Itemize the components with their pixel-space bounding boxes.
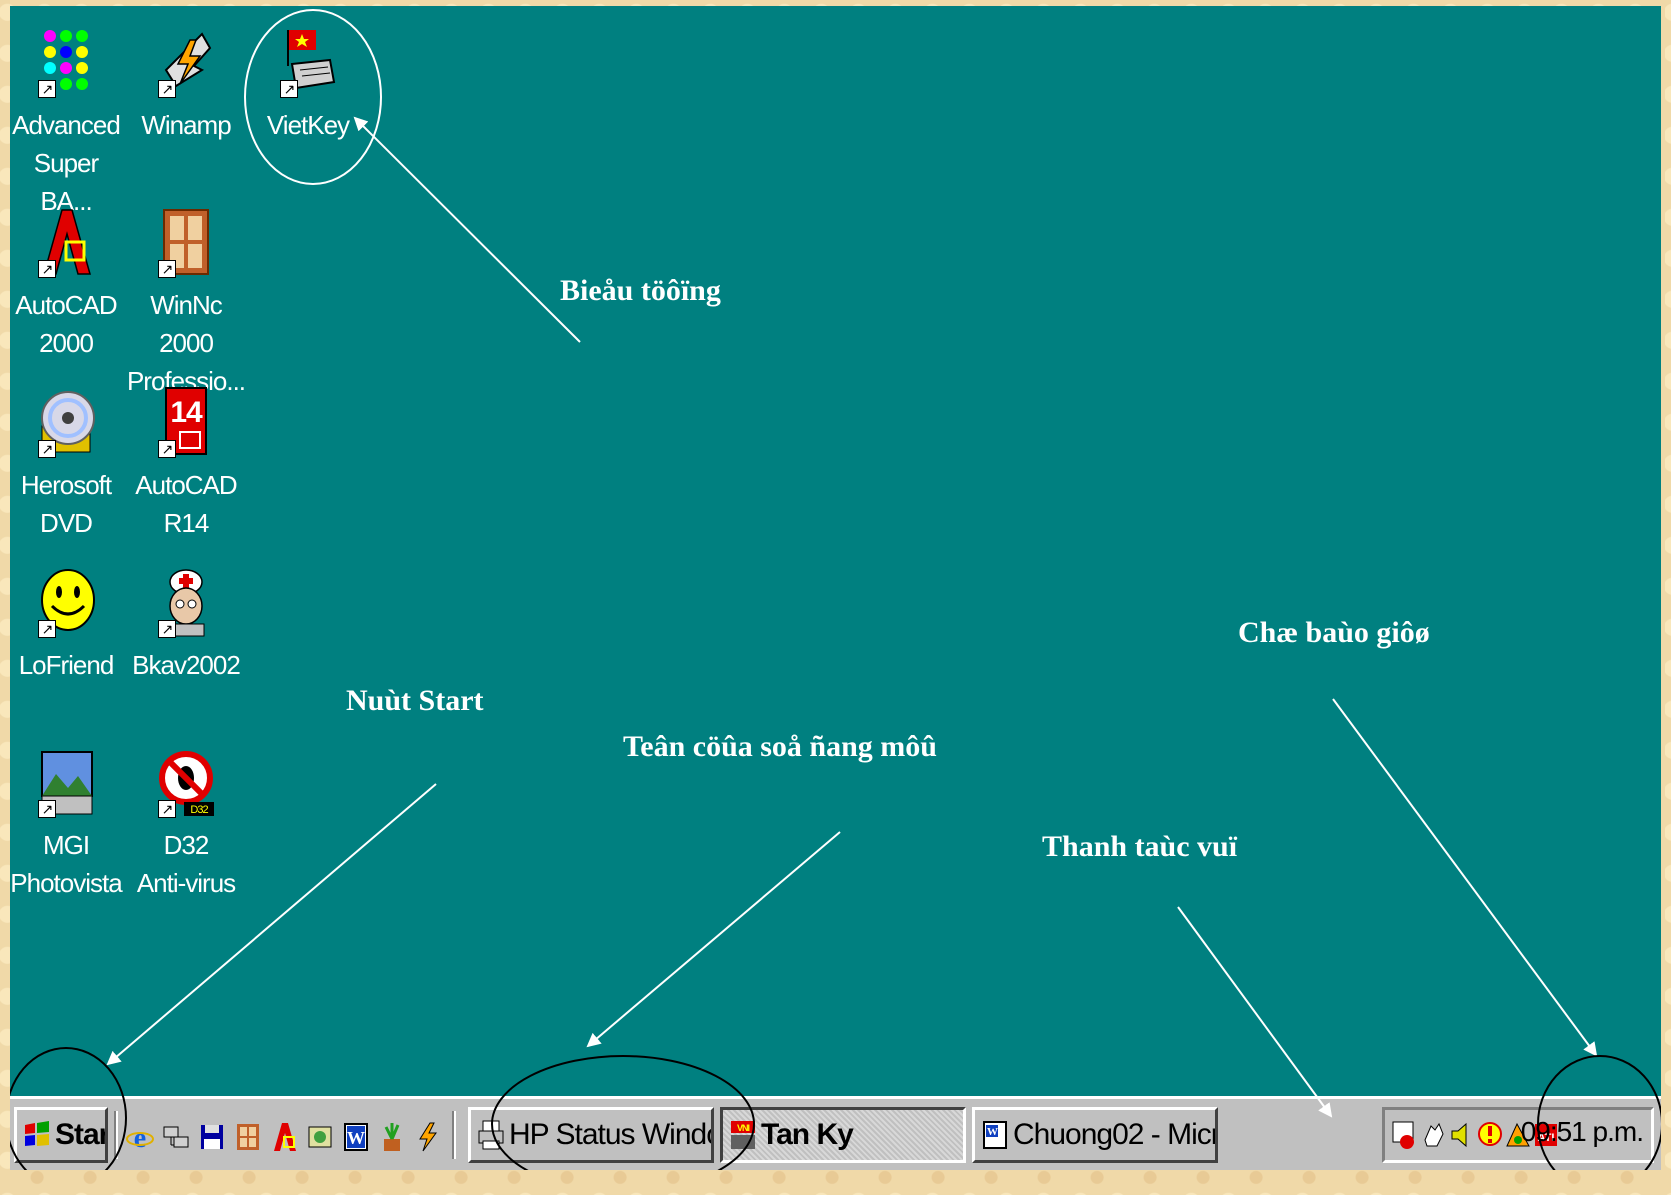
desktop-icon-lofriend[interactable]: ↗ LoFriend (10, 566, 126, 684)
winamp-lightning-icon: ↗ (156, 26, 216, 98)
word-icon[interactable]: W (342, 1121, 370, 1153)
svg-text:D32: D32 (190, 804, 208, 816)
landscape-photo-icon: ↗ (36, 746, 96, 818)
alert-icon[interactable] (1477, 1120, 1503, 1150)
svg-text:VNI: VNI (737, 1123, 750, 1133)
window-title: HP Status Window (509, 1118, 711, 1151)
shortcut-arrow-icon: ↗ (38, 800, 56, 818)
speaker-icon[interactable] (1449, 1120, 1475, 1150)
internet-explorer-icon[interactable]: e (126, 1121, 154, 1154)
desktop-icon-winnc-2000[interactable]: ↗ WinNc 2000 Professio... (126, 206, 246, 400)
shortcut-arrow-icon: ↗ (38, 80, 56, 98)
icon-label: Bkav2002 (132, 650, 241, 680)
desktop-icon-winamp[interactable]: ↗ Winamp (126, 26, 246, 144)
shortcut-arrow-icon: ↗ (38, 260, 56, 278)
svg-text:W: W (987, 1126, 998, 1138)
icon-arrow (353, 116, 581, 343)
word-document-icon: W (981, 1119, 1009, 1151)
taskbar-window-tan-ky[interactable]: VNI Tan Ky (720, 1107, 966, 1163)
annotation-start-label: Nuùt Start (346, 684, 484, 717)
clock-arrow (1332, 698, 1598, 1057)
svg-text:14: 14 (170, 396, 203, 429)
plant-icon[interactable] (378, 1121, 406, 1153)
start-button[interactable]: Start (14, 1107, 108, 1163)
winamp-icon[interactable] (414, 1121, 442, 1153)
doctor-icon: ↗ (156, 566, 216, 638)
desktop-icon-herosoft-dvd[interactable]: ↗ Herosoft DVD (10, 386, 126, 542)
icon-label: Advanced Super BA... (12, 110, 121, 216)
network-icon[interactable] (162, 1121, 190, 1153)
annotation-taskbar-label: Thanh taùc vuï (1042, 830, 1238, 863)
windows-logo-icon (23, 1119, 51, 1151)
icon-label: Herosoft DVD (20, 470, 112, 538)
desktop-icon-mgi-photovista[interactable]: ↗ MGI Photovista (10, 746, 126, 902)
icon-label: MGI Photovista (10, 830, 122, 898)
icon-label: AutoCAD R14 (135, 470, 237, 538)
taskbar-window-chuong02[interactable]: W Chuong02 - Microsoft ... (972, 1107, 1218, 1163)
annotation-icon-label: Bieåu töôïng (560, 274, 721, 307)
taskbar-arrow (1177, 906, 1333, 1118)
system-tray: ATI 09:51 p.m. (1382, 1107, 1654, 1163)
annotation-open-program-label: Teân cöûa soå ñang môû (623, 730, 937, 763)
cd-disc-icon: ↗ (36, 386, 96, 458)
svg-text:e: e (134, 1123, 146, 1153)
colored-dots-grid-icon: ↗ (36, 26, 96, 98)
photo-icon[interactable] (306, 1121, 334, 1153)
autocad-icon[interactable] (270, 1121, 298, 1153)
shortcut-arrow-icon: ↗ (158, 260, 176, 278)
desktop-icon-autocad-2000[interactable]: ↗ AutoCAD 2000 (10, 206, 126, 362)
taskbar-window-hp-status[interactable]: HP Status Window (468, 1107, 714, 1163)
clock-tray-icon[interactable] (1391, 1120, 1417, 1150)
clock[interactable]: 09:51 p.m. (1521, 1116, 1644, 1148)
printer-icon (477, 1119, 505, 1151)
desktop-icon-advanced-super-ba[interactable]: ↗ Advanced Super BA... (10, 26, 126, 220)
hand-tray-icon[interactable] (1421, 1120, 1447, 1150)
shortcut-arrow-icon: ↗ (38, 620, 56, 638)
vietkey-flag-keyboard-icon: ↗ (278, 26, 338, 98)
desktop-icon-d32-anti-virus[interactable]: D32 ↗ D32 Anti-virus (126, 746, 246, 902)
desktop-screen: ↗ Advanced Super BA... ↗ Winamp ↗ VietKe… (10, 6, 1661, 1170)
open-program-arrow (586, 831, 841, 1048)
taskbar-separator (114, 1111, 118, 1159)
icon-label: D32 Anti-virus (136, 830, 236, 898)
shortcut-arrow-icon: ↗ (158, 620, 176, 638)
shortcut-arrow-icon: ↗ (38, 440, 56, 458)
autocad-2000-icon: ↗ (36, 206, 96, 278)
smiley-face-icon: ↗ (36, 566, 96, 638)
taskbar-separator (452, 1111, 456, 1159)
icon-label: Winamp (141, 110, 231, 140)
annotation-overlay (10, 9, 1661, 1170)
start-label: Start (55, 1118, 105, 1151)
window-title: Tan Ky (761, 1118, 854, 1151)
svg-text:W: W (347, 1128, 365, 1148)
icon-label: VietKey (266, 110, 350, 140)
desktop-icon-autocad-r14[interactable]: 14 ↗ AutoCAD R14 (126, 386, 246, 542)
annotation-clock-label: Chæ baùo giôø (1238, 616, 1430, 649)
window-frame-icon: ↗ (156, 206, 216, 278)
icon-label: AutoCAD 2000 (15, 290, 117, 358)
autocad-r14-icon: 14 ↗ (156, 386, 216, 458)
shortcut-arrow-icon: ↗ (158, 800, 176, 818)
taskbar: Start e W (10, 1096, 1661, 1170)
shortcut-arrow-icon: ↗ (158, 440, 176, 458)
window-title: Chuong02 - Microsoft ... (1013, 1118, 1218, 1151)
window-icon[interactable] (234, 1121, 262, 1153)
shortcut-arrow-icon: ↗ (280, 80, 298, 98)
desktop-icon-vietkey[interactable]: ↗ VietKey (248, 26, 368, 144)
desktop-icon-bkav2002[interactable]: ↗ Bkav2002 (126, 566, 246, 684)
icon-label: WinNc 2000 Professio... (126, 290, 246, 396)
no-bug-icon: D32 ↗ (156, 746, 216, 818)
floppy-disk-icon[interactable] (198, 1121, 226, 1153)
icon-label: LoFriend (18, 650, 115, 680)
vni-keyboard-icon: VNI (729, 1119, 757, 1151)
shortcut-arrow-icon: ↗ (158, 80, 176, 98)
